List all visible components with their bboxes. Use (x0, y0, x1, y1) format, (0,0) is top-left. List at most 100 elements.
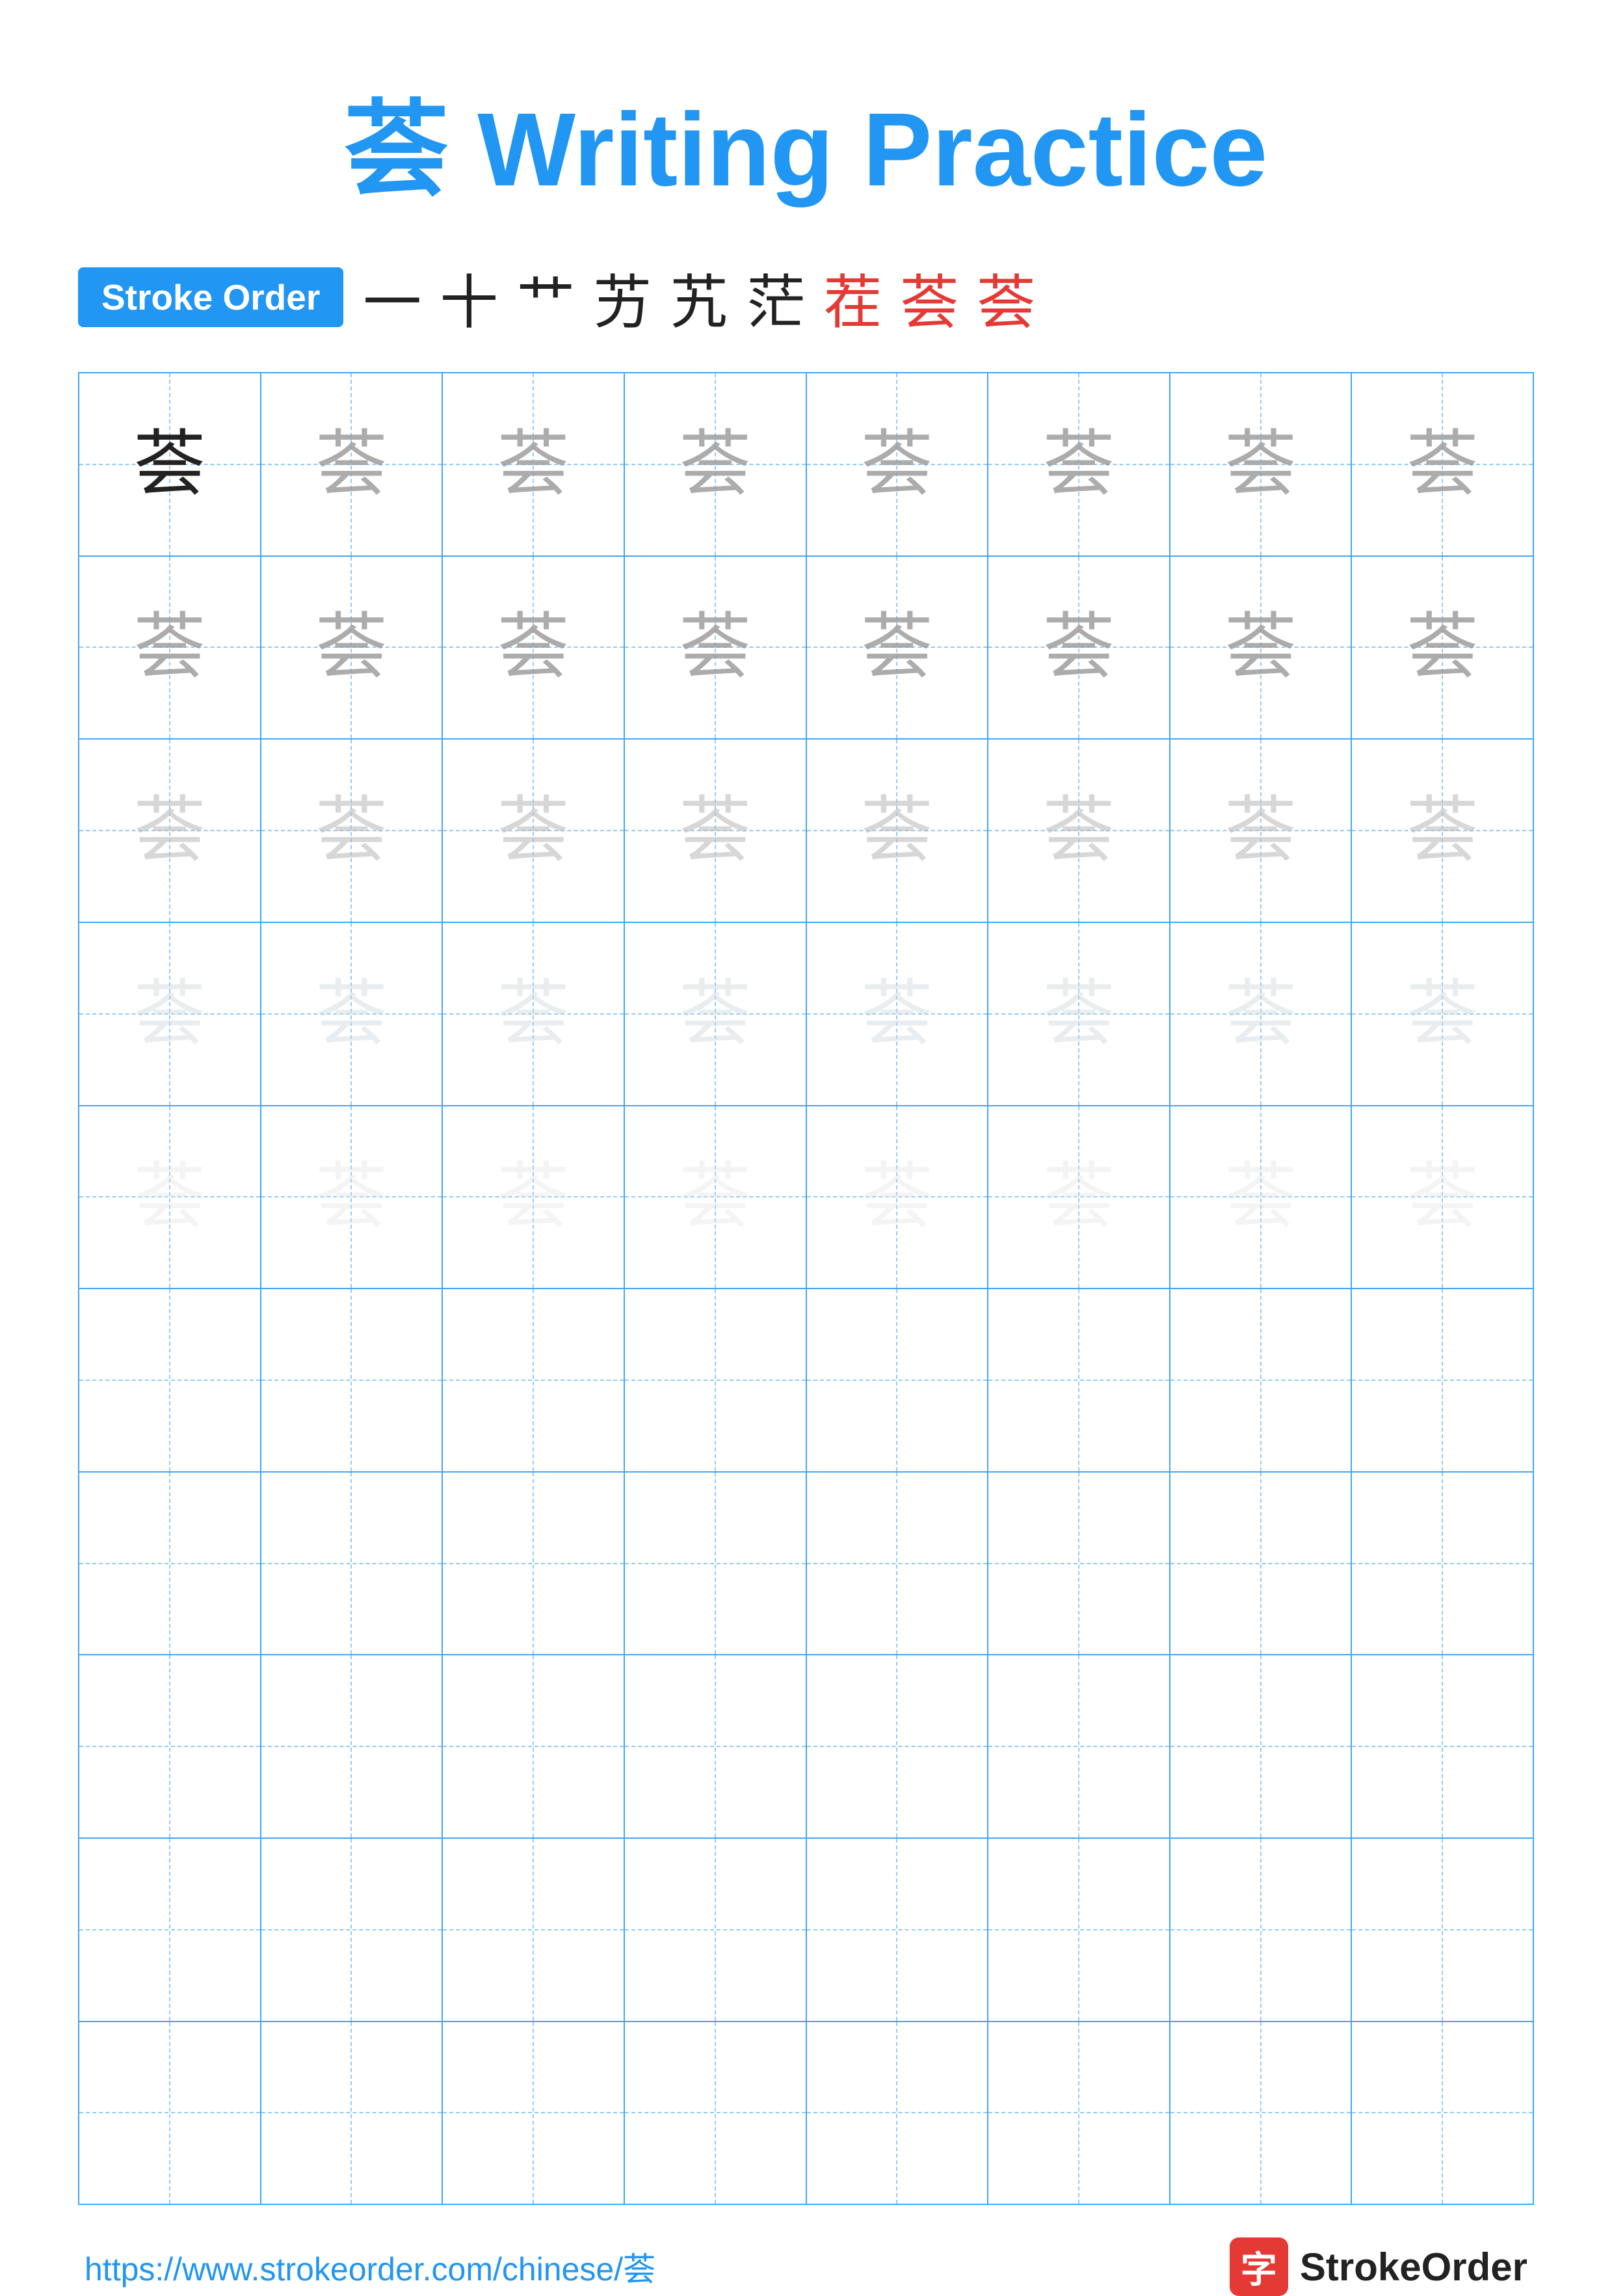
grid-cell[interactable]: 荟 (988, 923, 1170, 1105)
grid-cell[interactable] (625, 2022, 807, 2204)
grid-cell[interactable]: 荟 (988, 373, 1170, 555)
grid-cell[interactable]: 荟 (79, 557, 261, 739)
cell-character: 荟 (1225, 978, 1297, 1050)
grid-row (79, 1655, 1533, 1839)
grid-cell[interactable] (1352, 2022, 1533, 2204)
cell-character: 荟 (1225, 429, 1297, 500)
grid-cell[interactable] (1352, 1839, 1533, 2021)
grid-cell[interactable] (988, 1655, 1170, 1837)
grid-row: 荟荟荟荟荟荟荟荟 (79, 923, 1533, 1106)
grid-cell[interactable]: 荟 (988, 740, 1170, 922)
grid-cell[interactable] (807, 2022, 989, 2204)
grid-cell[interactable]: 荟 (261, 740, 443, 922)
grid-cell[interactable]: 荟 (79, 1106, 261, 1288)
grid-cell[interactable]: 荟 (261, 557, 443, 739)
grid-cell[interactable] (79, 2022, 261, 2204)
grid-cell[interactable] (79, 1839, 261, 2021)
grid-cell[interactable] (625, 1289, 807, 1471)
grid-cell[interactable] (988, 2022, 1170, 2204)
grid-cell[interactable]: 荟 (1352, 1106, 1533, 1288)
grid-cell[interactable]: 荟 (625, 373, 807, 555)
grid-cell[interactable] (443, 2022, 625, 2204)
grid-cell[interactable]: 荟 (1352, 373, 1533, 555)
grid-cell[interactable]: 荟 (443, 1106, 625, 1288)
grid-cell[interactable]: 荟 (625, 557, 807, 739)
grid-cell[interactable] (1170, 1289, 1353, 1471)
grid-cell[interactable] (988, 1473, 1170, 1655)
grid-cell[interactable]: 荟 (1352, 740, 1533, 922)
stroke-1: 一 (363, 255, 421, 340)
grid-cell[interactable]: 荟 (625, 740, 807, 922)
cell-character: 荟 (497, 978, 569, 1050)
grid-cell[interactable] (807, 1839, 989, 2021)
grid-cell[interactable]: 荟 (807, 373, 989, 555)
grid-cell[interactable] (261, 1289, 443, 1471)
grid-cell[interactable] (443, 1289, 625, 1471)
footer-logo-icon: 字 (1230, 2237, 1288, 2296)
title-char: 荟 (345, 91, 449, 207)
grid-cell[interactable] (1352, 1655, 1533, 1837)
grid-cell[interactable]: 荟 (807, 923, 989, 1105)
grid-cell[interactable]: 荟 (988, 557, 1170, 739)
grid-cell[interactable]: 荟 (443, 557, 625, 739)
cell-character: 荟 (1225, 611, 1297, 683)
grid-cell[interactable] (807, 1289, 989, 1471)
grid-cell[interactable] (1170, 1839, 1353, 2021)
grid-cell[interactable]: 荟 (261, 373, 443, 555)
grid-cell[interactable] (79, 1289, 261, 1471)
cell-character: 荟 (1043, 978, 1115, 1050)
grid-cell[interactable] (1170, 1655, 1353, 1837)
grid-cell[interactable] (1352, 1473, 1533, 1655)
grid-cell[interactable] (79, 1655, 261, 1837)
grid-cell[interactable] (443, 1839, 625, 2021)
grid-cell[interactable]: 荟 (443, 740, 625, 922)
grid-cell[interactable]: 荟 (1170, 1106, 1353, 1288)
grid-cell[interactable] (261, 2022, 443, 2204)
cell-character: 荟 (1225, 1161, 1297, 1233)
cell-character: 荟 (134, 795, 205, 866)
grid-cell[interactable]: 荟 (1352, 923, 1533, 1105)
grid-cell[interactable]: 荟 (79, 373, 261, 555)
grid-cell[interactable]: 荟 (807, 740, 989, 922)
grid-cell[interactable]: 荟 (1170, 923, 1353, 1105)
grid-cell[interactable]: 荟 (625, 1106, 807, 1288)
grid-cell[interactable]: 荟 (1170, 557, 1353, 739)
grid-cell[interactable]: 荟 (79, 740, 261, 922)
grid-cell[interactable]: 荟 (625, 923, 807, 1105)
grid-cell[interactable] (988, 1289, 1170, 1471)
cell-character: 荟 (1043, 611, 1115, 683)
grid-cell[interactable]: 荟 (443, 923, 625, 1105)
grid-cell[interactable] (1170, 1473, 1353, 1655)
grid-cell[interactable]: 荟 (261, 923, 443, 1105)
grid-cell[interactable] (625, 1473, 807, 1655)
grid-cell[interactable] (443, 1655, 625, 1837)
grid-cell[interactable] (261, 1473, 443, 1655)
grid-cell[interactable] (625, 1839, 807, 2021)
grid-cell[interactable]: 荟 (1170, 373, 1353, 555)
grid-cell[interactable] (261, 1655, 443, 1837)
grid-cell[interactable]: 荟 (443, 373, 625, 555)
grid-cell[interactable]: 荟 (807, 1106, 989, 1288)
grid-cell[interactable]: 荟 (1170, 740, 1353, 922)
cell-character: 荟 (315, 611, 387, 683)
grid-cell[interactable] (1352, 1289, 1533, 1471)
grid-cell[interactable]: 荟 (807, 557, 989, 739)
stroke-2: 十 (440, 255, 498, 340)
page-title: 荟 Writing Practice (345, 65, 1268, 216)
grid-cell[interactable] (79, 1473, 261, 1655)
grid-cell[interactable]: 荟 (261, 1106, 443, 1288)
grid-cell[interactable] (443, 1473, 625, 1655)
grid-cell[interactable] (261, 1839, 443, 2021)
grid-cell[interactable]: 荟 (988, 1106, 1170, 1288)
grid-cell[interactable] (1170, 2022, 1353, 2204)
grid-row: 荟荟荟荟荟荟荟荟 (79, 740, 1533, 923)
grid-cell[interactable]: 荟 (1352, 557, 1533, 739)
grid-cell[interactable]: 荟 (79, 923, 261, 1105)
grid-cell[interactable] (807, 1473, 989, 1655)
cell-character: 荟 (315, 795, 387, 866)
cell-character: 荟 (315, 429, 387, 500)
footer-logo-text: StrokeOrder (1300, 2245, 1527, 2289)
grid-cell[interactable] (625, 1655, 807, 1837)
grid-cell[interactable] (807, 1655, 989, 1837)
grid-cell[interactable] (988, 1839, 1170, 2021)
